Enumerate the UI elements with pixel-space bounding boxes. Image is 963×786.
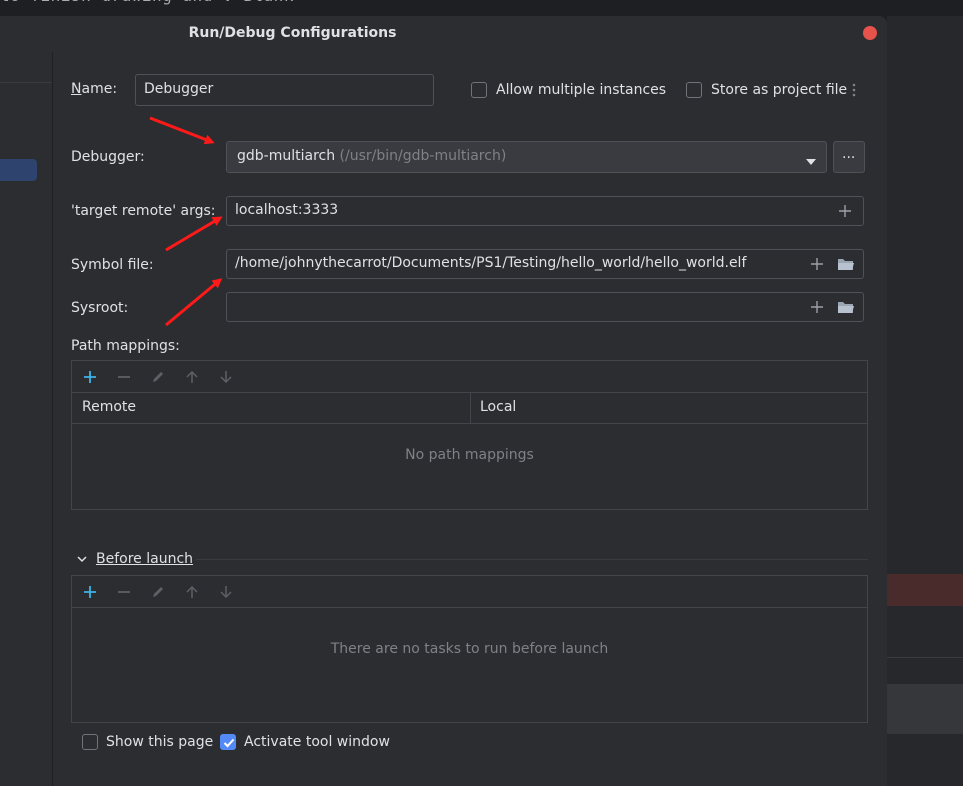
column-header-remote[interactable]: Remote xyxy=(82,399,136,415)
before-launch-panel: There are no tasks to run before launch xyxy=(71,575,868,723)
path-mappings-label: Path mappings: xyxy=(71,338,180,354)
checkmark-icon xyxy=(223,738,235,748)
kebab-menu-icon[interactable] xyxy=(851,82,857,98)
sysroot-label: Sysroot: xyxy=(71,300,129,316)
allow-multiple-instances-label[interactable]: Allow multiple instances xyxy=(496,82,666,98)
tree-selected-item[interactable] xyxy=(0,159,37,181)
tree-toolbar-separator xyxy=(0,82,52,83)
add-icon[interactable] xyxy=(82,584,98,600)
arrow-down-icon[interactable] xyxy=(218,369,234,385)
symbol-file-field[interactable]: /home/johnythecarrot/Documents/PS1/Testi… xyxy=(226,249,864,279)
dialog-titlebar[interactable]: Run/Debug Configurations xyxy=(0,16,887,52)
path-mappings-toolbar xyxy=(72,361,867,393)
dialog-title: Run/Debug Configurations xyxy=(188,25,397,41)
column-divider[interactable] xyxy=(470,393,471,423)
column-header-local[interactable]: Local xyxy=(480,399,516,415)
run-debug-configurations-dialog: Run/Debug Configurations Name: Debugger … xyxy=(0,16,887,786)
background-highlight-block xyxy=(887,684,963,734)
debugger-select[interactable]: gdb-multiarch (/usr/bin/gdb-multiarch) xyxy=(226,141,827,173)
before-launch-label[interactable]: Before launch xyxy=(96,551,193,567)
sysroot-field[interactable] xyxy=(226,292,864,322)
show-this-page-checkbox[interactable] xyxy=(82,734,98,750)
expand-plus-icon[interactable] xyxy=(838,204,852,222)
background-divider xyxy=(887,657,963,658)
expand-plus-icon[interactable] xyxy=(810,257,824,275)
target-remote-args-field[interactable]: localhost:3333 xyxy=(226,196,864,226)
background-editor-panel xyxy=(887,16,963,786)
debugger-path: (/usr/bin/gdb-multiarch) xyxy=(339,148,507,164)
show-this-page-label[interactable]: Show this page xyxy=(106,734,213,750)
background-code-line: to finish drawing and V-Blank xyxy=(0,0,294,8)
close-button[interactable] xyxy=(863,26,877,40)
folder-icon[interactable] xyxy=(837,256,855,276)
name-label: Name: xyxy=(71,81,117,97)
before-launch-separator xyxy=(196,559,868,560)
debugger-more-button[interactable]: ... xyxy=(833,141,865,173)
name-field[interactable]: Debugger xyxy=(135,74,434,106)
path-mappings-empty-text: No path mappings xyxy=(405,447,534,463)
before-launch-empty-text: There are no tasks to run before launch xyxy=(330,641,609,657)
add-icon[interactable] xyxy=(82,369,98,385)
arrow-up-icon[interactable] xyxy=(184,369,200,385)
path-mappings-header: Remote Local xyxy=(72,393,867,424)
store-as-project-file-label[interactable]: Store as project file xyxy=(711,82,847,98)
path-mappings-panel: Remote Local No path mappings xyxy=(71,360,868,510)
remove-icon[interactable] xyxy=(116,584,132,600)
remove-icon[interactable] xyxy=(116,369,132,385)
chevron-down-icon[interactable] xyxy=(76,553,88,569)
name-field-value: Debugger xyxy=(144,81,214,97)
name-label-mnemonic: N xyxy=(71,81,82,97)
symbol-file-value: /home/johnythecarrot/Documents/PS1/Testi… xyxy=(235,255,747,271)
edit-icon[interactable] xyxy=(150,369,166,385)
ellipsis-icon: ... xyxy=(842,146,856,162)
activate-tool-window-checkbox[interactable] xyxy=(220,734,236,750)
activate-tool-window-label[interactable]: Activate tool window xyxy=(244,734,390,750)
before-launch-label-text: Before launch xyxy=(96,551,194,567)
edit-icon[interactable] xyxy=(150,584,166,600)
arrow-up-icon[interactable] xyxy=(184,584,200,600)
symbol-file-label: Symbol file: xyxy=(71,257,154,273)
arrow-down-icon[interactable] xyxy=(218,584,234,600)
chevron-down-icon xyxy=(805,154,817,170)
expand-plus-icon[interactable] xyxy=(810,300,824,318)
background-breakpoint-line xyxy=(887,574,963,606)
allow-multiple-instances-checkbox[interactable] xyxy=(471,82,487,98)
configurations-tree-pane[interactable] xyxy=(0,52,53,786)
before-launch-toolbar xyxy=(72,576,867,608)
folder-icon[interactable] xyxy=(837,299,855,319)
target-remote-args-value: localhost:3333 xyxy=(235,202,339,218)
debugger-label: Debugger: xyxy=(71,149,145,165)
debugger-select-value: gdb-multiarch (/usr/bin/gdb-multiarch) xyxy=(237,148,506,164)
target-remote-args-label: 'target remote' args: xyxy=(71,203,216,219)
name-label-rest: ame: xyxy=(81,81,118,97)
store-as-project-file-checkbox[interactable] xyxy=(686,82,702,98)
debugger-name: gdb-multiarch xyxy=(237,148,336,164)
